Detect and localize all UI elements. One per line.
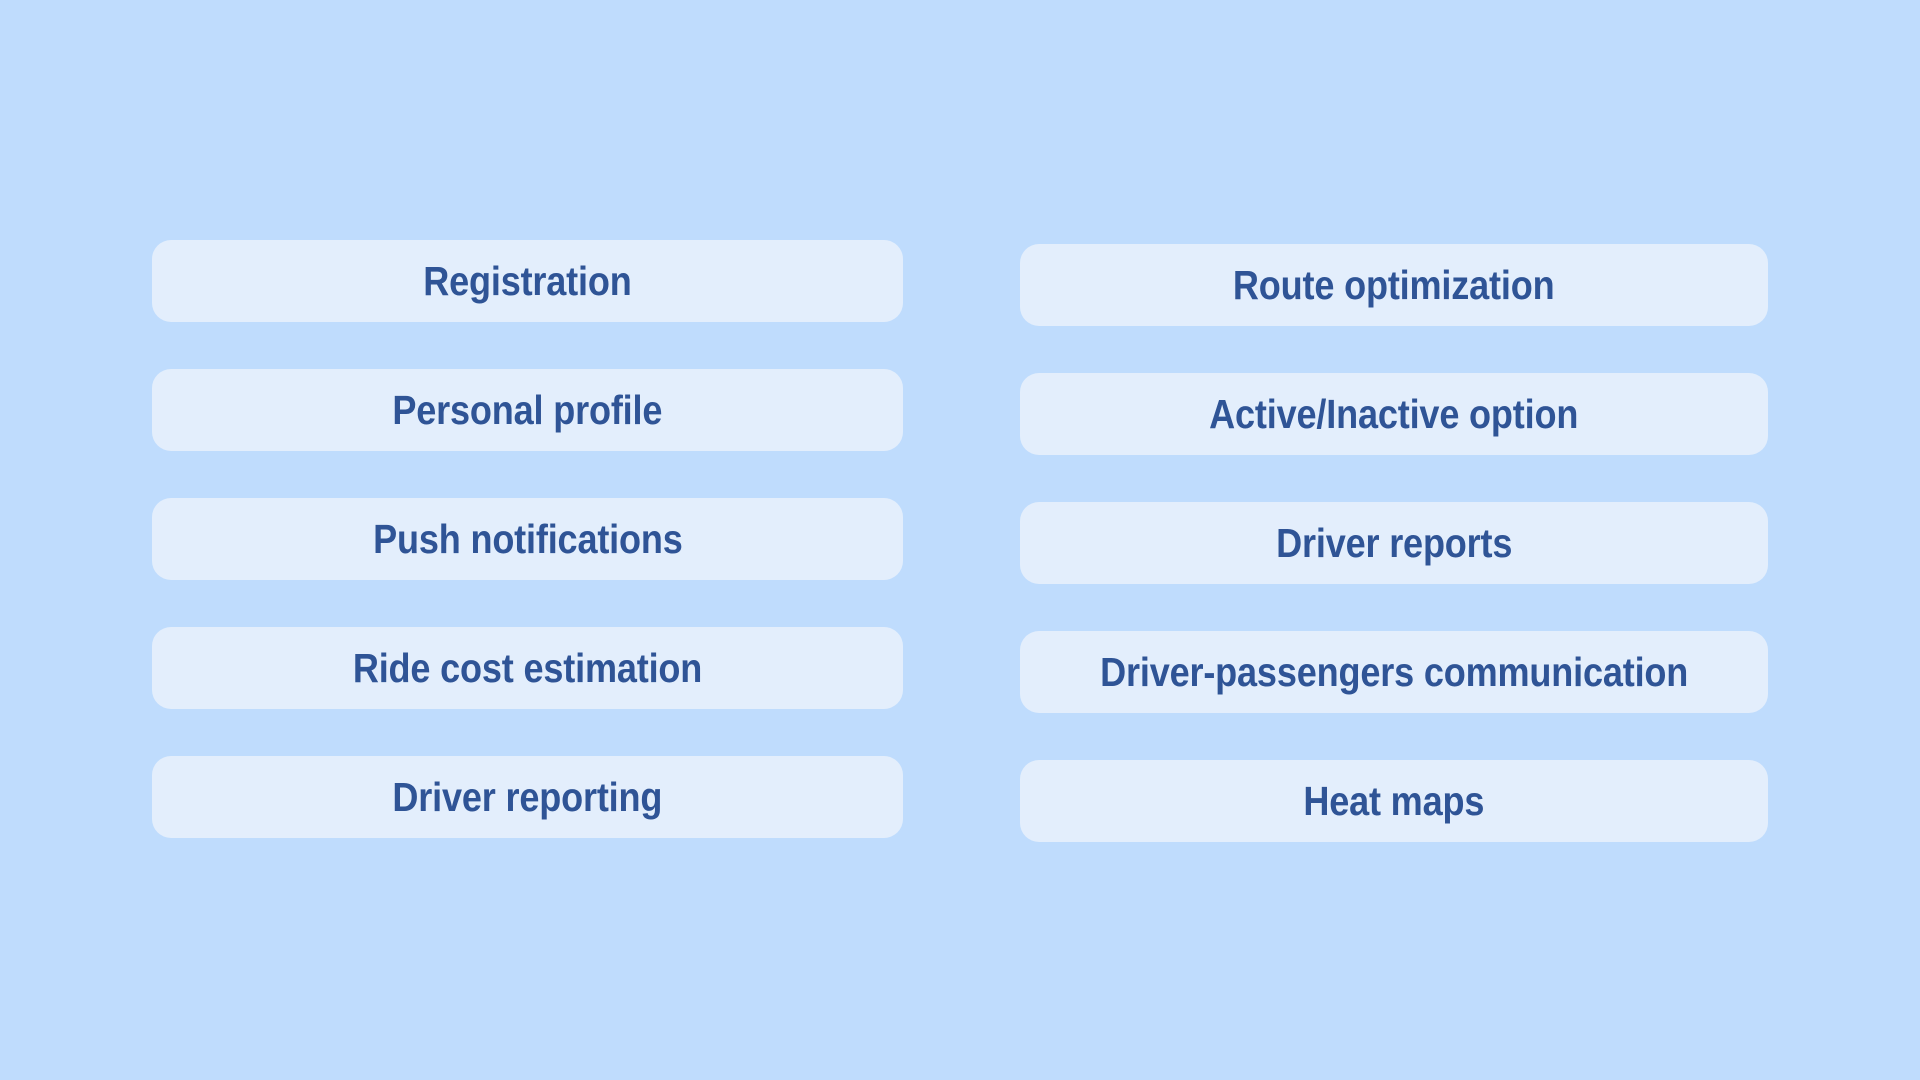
feature-pill[interactable]: Driver reports (1020, 502, 1768, 584)
feature-pill[interactable]: Route optimization (1020, 244, 1768, 326)
feature-label: Ride cost estimation (352, 644, 703, 691)
feature-column-right: Route optimization Active/Inactive optio… (1020, 244, 1768, 842)
feature-label: Personal profile (392, 386, 663, 433)
feature-label: Route optimization (1233, 261, 1555, 308)
feature-pill[interactable]: Registration (152, 240, 903, 322)
feature-pill[interactable]: Active/Inactive option (1020, 373, 1768, 455)
feature-column-left: Registration Personal profile Push notif… (152, 240, 903, 838)
feature-label: Registration (423, 257, 632, 304)
feature-pill[interactable]: Push notifications (152, 498, 903, 580)
feature-label: Heat maps (1303, 777, 1485, 824)
feature-pill[interactable]: Personal profile (152, 369, 903, 451)
feature-label: Driver reporting (392, 773, 663, 820)
feature-pill[interactable]: Ride cost estimation (152, 627, 903, 709)
feature-board: Registration Personal profile Push notif… (0, 0, 1920, 1080)
feature-pill[interactable]: Heat maps (1020, 760, 1768, 842)
feature-label: Active/Inactive option (1209, 390, 1579, 437)
feature-label: Driver reports (1275, 519, 1513, 566)
feature-pill[interactable]: Driver-passengers communication (1020, 631, 1768, 713)
feature-label: Push notifications (372, 515, 683, 562)
feature-pill[interactable]: Driver reporting (152, 756, 903, 838)
feature-label: Driver-passengers communication (1099, 648, 1689, 695)
